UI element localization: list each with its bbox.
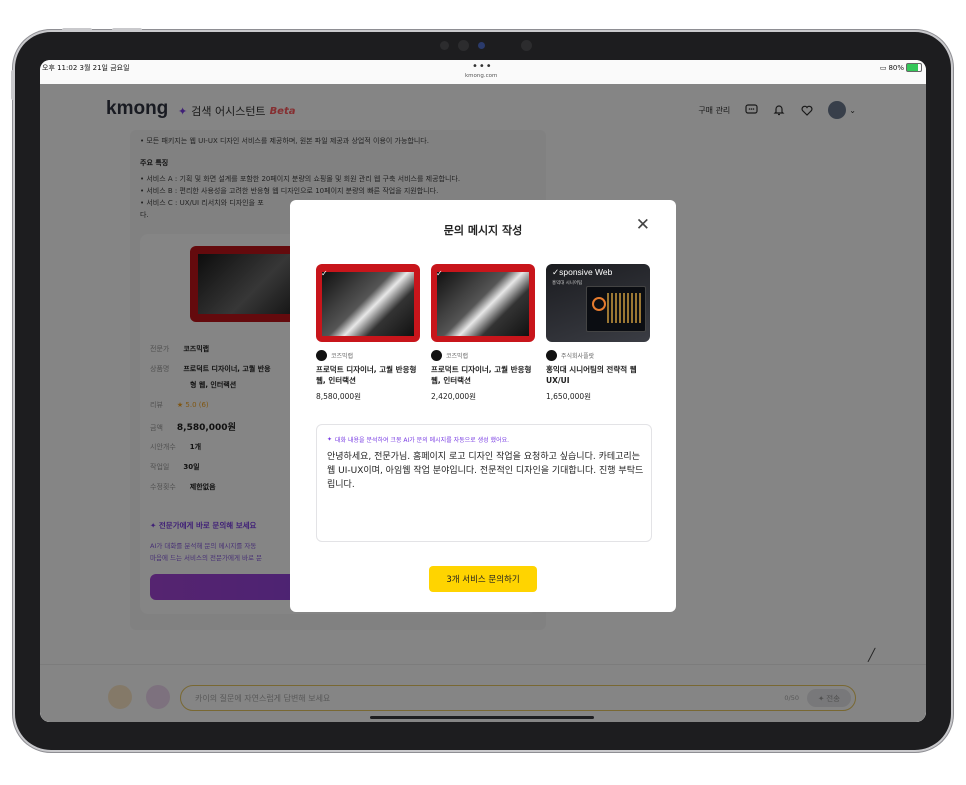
service-card[interactable]: ✓sponsive Web 홍익대 시니어팀 주식회사플랏 홍익대 시니어팀의 전…	[546, 264, 650, 402]
message-textarea[interactable]: ✦ 대화 내용을 분석하여 크몽 AI가 문의 메시지를 자동으로 생성 했어요.…	[316, 424, 652, 542]
volume-button	[112, 28, 142, 32]
more-dots-icon[interactable]: •••	[472, 61, 493, 72]
service-thumbnail: ✓	[431, 264, 535, 342]
service-name: 홍익대 시니어팀의 전략적 웹 UX/UI	[546, 365, 637, 385]
sparkle-icon: ✦	[327, 436, 333, 443]
message-text: 안녕하세요, 전문가님. 홈페이지 로고 디자인 작업을 요청하고 싶습니다. …	[327, 452, 644, 490]
service-name: 프로덕트 디자이너, 고퀄 반응형 웹, 인터랙션	[431, 365, 532, 385]
battery-percent: 80%	[888, 63, 904, 72]
pencil-icon: ╱	[868, 648, 876, 662]
seller-logo	[546, 350, 557, 361]
service-price: 1,650,000원	[546, 391, 592, 401]
cast-icon: ▭	[879, 63, 887, 72]
service-price: 2,420,000원	[431, 391, 477, 401]
service-thumbnail: ✓sponsive Web 홍익대 시니어팀	[546, 264, 650, 342]
seller-logo	[316, 350, 327, 361]
modal-title: 문의 메시지 작성	[443, 224, 523, 237]
service-price: 8,580,000원	[316, 391, 362, 401]
close-icon[interactable]: ✕	[636, 217, 650, 234]
camera-icon	[458, 40, 469, 51]
camera-icon	[478, 42, 485, 49]
status-time: 오후 11:02 3월 21일 금요일	[42, 64, 130, 72]
seller: 코즈믹랩	[316, 350, 420, 361]
battery-icon	[906, 63, 922, 72]
home-indicator	[370, 716, 594, 719]
seller: 코즈믹랩	[431, 350, 535, 361]
battery-indicator: ▭ 80%	[880, 63, 922, 72]
service-card[interactable]: ✓ 코즈믹랩 프로덕트 디자이너, 고퀄 반응형 웹, 인터랙션 2,420,0…	[431, 264, 535, 402]
check-icon: ✓	[436, 269, 443, 278]
laptop-illustration	[586, 286, 646, 332]
check-icon: ✓	[321, 269, 328, 278]
inquiry-modal: 문의 메시지 작성 ✕ ✓ 코즈믹랩 프로덕트 디자이너, 고퀄 반응형 웹, …	[290, 200, 676, 612]
service-name: 프로덕트 디자이너, 고퀄 반응형 웹, 인터랙션	[316, 365, 417, 385]
inquire-button[interactable]: 3개 서비스 문의하기	[429, 566, 537, 592]
power-button	[11, 70, 15, 100]
screen: 오후 11:02 3월 21일 금요일 ••• kmong.com ▭ 80% …	[40, 60, 926, 722]
ai-note: ✦ 대화 내용을 분석하여 크몽 AI가 문의 메시지를 자동으로 생성 했어요.	[327, 436, 510, 444]
url-label[interactable]: kmong.com	[465, 73, 497, 79]
status-bar: 오후 11:02 3월 21일 금요일 ••• kmong.com ▭ 80%	[40, 60, 926, 84]
service-card[interactable]: ✓ 코즈믹랩 프로덕트 디자이너, 고퀄 반응형 웹, 인터랙션 8,580,0…	[316, 264, 420, 402]
seller-logo	[431, 350, 442, 361]
seller: 주식회사플랏	[546, 350, 650, 361]
volume-button	[62, 28, 92, 32]
thumbnail-title: ✓sponsive Web 홍익대 시니어팀	[552, 267, 613, 285]
camera-icon	[440, 41, 449, 50]
camera-icon	[521, 40, 532, 51]
service-thumbnail: ✓	[316, 264, 420, 342]
